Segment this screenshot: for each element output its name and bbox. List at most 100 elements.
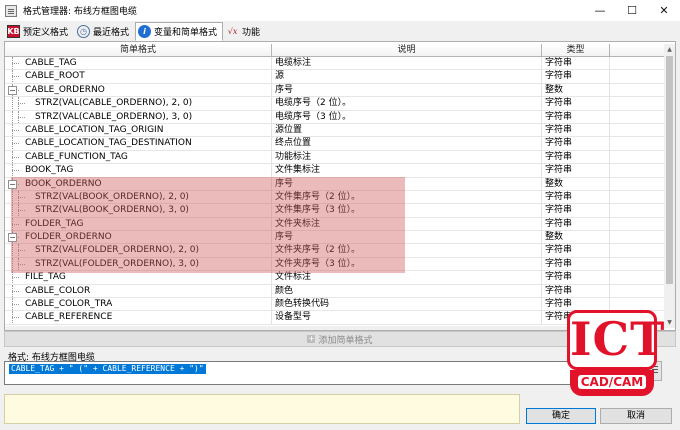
tree-line (12, 70, 22, 83)
cancel-button[interactable]: 取消 (600, 408, 672, 424)
table-row[interactable]: CABLE_REFERENCE 设备型号 字符串 (5, 311, 665, 325)
tab-functions[interactable]: √x 功能 (223, 22, 266, 41)
column-header-description[interactable]: 说明 (272, 44, 542, 57)
logo-cadcam-band: CAD/CAM (570, 370, 654, 396)
cell-simple-format[interactable]: CABLE_FUNCTION_TAG (5, 150, 272, 164)
table-row[interactable]: − BOOK_ORDERNO 序号 整数 (5, 177, 665, 191)
table-row[interactable]: STRZ(VAL(CABLE_ORDERNO), 3, 0) 电缆序号（3 位）。… (5, 110, 665, 124)
close-button[interactable]: ✕ (648, 0, 680, 21)
tree-line (12, 257, 13, 271)
table-row[interactable]: STRZ(VAL(FOLDER_ORDERNO), 3, 0) 文件夹序号（3 位… (5, 257, 665, 272)
cell-simple-format[interactable]: CABLE_ROOT (5, 70, 272, 83)
tree-line (12, 137, 22, 150)
cell-empty (610, 244, 665, 256)
collapse-icon[interactable]: − (8, 233, 17, 243)
cell-simple-format[interactable]: CABLE_REFERENCE (5, 311, 272, 324)
tree-line (12, 217, 22, 231)
cell-empty (610, 178, 665, 190)
table-row[interactable]: FOLDER_TAG 文件夹标注 字符串 (5, 217, 665, 232)
cell-simple-format[interactable]: STRZ(VAL(CABLE_ORDERNO), 3, 0) (5, 110, 272, 123)
simple-format-name: CABLE_LOCATION_TAG_DESTINATION (25, 138, 192, 149)
table-row[interactable]: FILE_TAG 文件标注 字符串 (5, 271, 665, 285)
tab-label: 功能 (242, 28, 261, 38)
table-row[interactable]: STRZ(VAL(FOLDER_ORDERNO), 2, 0) 文件夹序号（2 位… (5, 244, 665, 258)
tab-recent-formats[interactable]: ◷ 最近格式 (74, 22, 135, 41)
cell-empty (610, 151, 665, 163)
clock-icon: ◷ (77, 25, 91, 38)
horizontal-scrollbar[interactable] (5, 326, 665, 330)
table-row[interactable]: CABLE_TAG 电缆标注 字符串 (5, 57, 665, 71)
cell-simple-format[interactable]: − CABLE_ORDERNO (5, 83, 272, 97)
table-row[interactable]: CABLE_LOCATION_TAG_DESTINATION 终点位置 字符串 (5, 137, 665, 151)
tab-predefined-formats[interactable]: KB 预定义格式 (4, 22, 74, 41)
table-row[interactable]: STRZ(VAL(BOOK_ORDERNO), 2, 0) 文件集序号（2 位）。… (5, 190, 665, 205)
minimize-button[interactable]: — (584, 0, 616, 21)
column-header-type[interactable]: 类型 (542, 44, 610, 57)
cell-description: 颜色 (272, 284, 542, 298)
simple-format-name: CABLE_REFERENCE (25, 312, 113, 323)
cell-simple-format[interactable]: CABLE_LOCATION_TAG_ORIGIN (5, 123, 272, 137)
scroll-up-arrow-icon[interactable]: ▲ (664, 44, 675, 55)
ict-cadcam-logo: ICT CAD/CAM (567, 310, 664, 398)
cell-description: 源位置 (272, 123, 542, 137)
vertical-scrollbar[interactable]: ▲ ▼ (664, 44, 675, 328)
cell-type: 字符串 (542, 150, 610, 164)
cell-simple-format[interactable]: − BOOK_ORDERNO (5, 177, 272, 190)
collapse-icon[interactable]: − (8, 85, 17, 95)
cell-simple-format[interactable]: CABLE_TAG (5, 57, 272, 70)
cell-type: 字符串 (542, 110, 610, 123)
collapse-icon[interactable]: − (8, 179, 17, 189)
table-row[interactable]: CABLE_ROOT 源字符串 (5, 70, 665, 84)
table-row[interactable]: CABLE_COLOR_TRA 颜色转换代码 字符串 (5, 298, 665, 312)
format-input-selected-text[interactable]: CABLE_TAG + " (" + CABLE_REFERENCE + ")" (9, 364, 206, 374)
tree-line (12, 57, 22, 70)
cell-simple-format[interactable]: CABLE_LOCATION_TAG_DESTINATION (5, 137, 272, 150)
table-row[interactable]: CABLE_COLOR 颜色 字符串 (5, 284, 665, 299)
cell-simple-format[interactable]: − FOLDER_ORDERNO (5, 231, 272, 244)
ok-button[interactable]: 确定 (526, 408, 596, 424)
tab-variables-simple-formats[interactable]: i 变量和简单格式 (135, 22, 224, 41)
table-row[interactable]: − CABLE_ORDERNO 序号 整数 (5, 83, 665, 98)
maximize-button[interactable]: ☐ (616, 0, 648, 21)
cell-simple-format[interactable]: FOLDER_TAG (5, 217, 272, 231)
cell-simple-format[interactable]: CABLE_COLOR_TRA (5, 298, 272, 311)
column-header-empty (610, 44, 665, 57)
logo-ict-text: ICT (567, 310, 664, 370)
format-input[interactable]: CABLE_TAG + " (" + CABLE_REFERENCE + ")" (4, 361, 644, 385)
simple-format-name: STRZ(VAL(FOLDER_ORDERNO), 2, 0) (35, 245, 199, 256)
table-row[interactable]: STRZ(VAL(BOOK_ORDERNO), 3, 0) 文件集序号（3 位）。… (5, 204, 665, 218)
window-title: 格式管理器: 布线方框图电缆 (23, 7, 137, 17)
cell-simple-format[interactable]: STRZ(VAL(FOLDER_ORDERNO), 2, 0) (5, 244, 272, 257)
table-row[interactable]: CABLE_FUNCTION_TAG 功能标注 字符串 (5, 150, 665, 165)
cell-description: 序号 (272, 231, 542, 244)
table-body: CABLE_TAG 电缆标注 字符串 CABLE_ROOT 源字符串 − CABLE_ORD… (5, 57, 665, 329)
cell-simple-format[interactable]: STRZ(VAL(CABLE_ORDERNO), 2, 0) (5, 97, 272, 110)
cell-simple-format[interactable]: CABLE_COLOR (5, 284, 272, 298)
app-icon (5, 4, 17, 17)
cell-simple-format[interactable]: STRZ(VAL(BOOK_ORDERNO), 2, 0) (5, 190, 272, 204)
cell-description: 文件集序号（3 位）。 (272, 204, 542, 217)
tree-line (12, 150, 22, 164)
cell-type: 字符串 (542, 284, 610, 298)
cell-type: 字符串 (542, 164, 610, 177)
cell-simple-format[interactable]: BOOK_TAG (5, 164, 272, 177)
table-row[interactable]: STRZ(VAL(CABLE_ORDERNO), 2, 0) 电缆序号（2 位）。… (5, 97, 665, 111)
cell-description: 序号 (272, 83, 542, 97)
column-header-simple-format[interactable]: 简单格式 (5, 44, 272, 57)
table-row[interactable]: CABLE_LOCATION_TAG_ORIGIN 源位置 字符串 (5, 123, 665, 138)
scroll-down-arrow-icon[interactable]: ▼ (664, 317, 675, 328)
table-row[interactable]: − FOLDER_ORDERNO 序号 整数 (5, 231, 665, 245)
cell-description: 电缆标注 (272, 57, 542, 70)
simple-format-name: CABLE_FUNCTION_TAG (25, 151, 128, 162)
cell-simple-format[interactable]: FILE_TAG (5, 271, 272, 284)
tree-line (12, 311, 22, 324)
cell-description: 文件集序号（2 位）。 (272, 190, 542, 204)
table-row[interactable]: BOOK_TAG 文件集标注 字符串 (5, 164, 665, 178)
cell-simple-format[interactable]: STRZ(VAL(BOOK_ORDERNO), 3, 0) (5, 204, 272, 217)
tree-line (12, 284, 22, 298)
title-bar: 格式管理器: 布线方框图电缆 — ☐ ✕ (0, 0, 680, 21)
scrollbar-thumb[interactable] (666, 56, 673, 284)
cell-simple-format[interactable]: STRZ(VAL(FOLDER_ORDERNO), 3, 0) (5, 257, 272, 271)
simple-format-name: CABLE_COLOR_TRA (25, 299, 113, 310)
cell-empty (610, 84, 665, 96)
